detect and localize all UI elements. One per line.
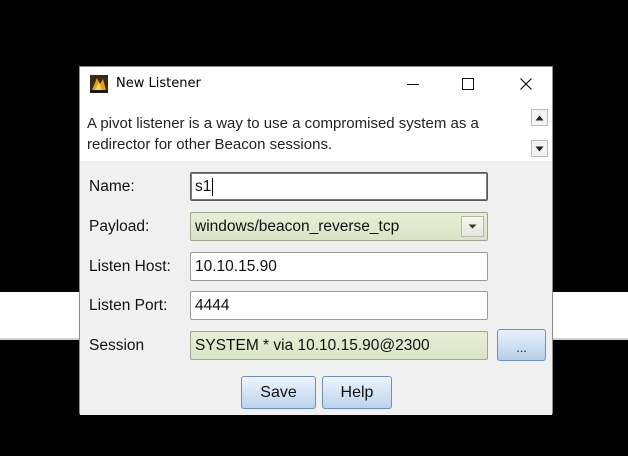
scroll-down-arrow-icon <box>535 146 544 151</box>
listen-port-value: 4444 <box>195 297 230 314</box>
session-browse-button[interactable]: ... <box>497 329 546 361</box>
name-value: s1 <box>195 178 212 195</box>
app-icon <box>90 75 108 93</box>
scroll-up-button[interactable] <box>531 109 548 126</box>
name-label: Name: <box>89 178 135 195</box>
payload-select[interactable]: windows/beacon_reverse_tcp <box>190 212 488 241</box>
description-scrollbar[interactable] <box>531 107 549 161</box>
payload-dropdown-button[interactable] <box>461 216 484 237</box>
listen-host-input[interactable]: 10.10.15.90 <box>190 252 488 281</box>
scroll-down-button[interactable] <box>531 140 548 157</box>
text-caret <box>212 177 214 196</box>
help-button[interactable]: Help <box>322 376 392 409</box>
description-text: A pivot listener is a way to use a compr… <box>87 115 479 153</box>
session-value: SYSTEM * via 10.10.15.90@2300 <box>195 337 430 354</box>
minimize-button[interactable] <box>391 69 435 99</box>
maximize-button[interactable] <box>446 69 490 99</box>
maximize-icon <box>462 78 474 90</box>
listen-host-value: 10.10.15.90 <box>195 258 277 275</box>
title-bar[interactable]: New Listener <box>80 67 552 101</box>
minimize-icon <box>407 84 419 85</box>
name-input[interactable]: s1 <box>190 172 488 201</box>
new-listener-dialog: New Listener A pivot listener is a way t… <box>79 66 553 415</box>
listen-port-input[interactable]: 4444 <box>190 291 488 320</box>
payload-value: windows/beacon_reverse_tcp <box>195 218 400 235</box>
description-area[interactable]: A pivot listener is a way to use a compr… <box>80 105 552 161</box>
save-button[interactable]: Save <box>241 376 316 409</box>
chevron-down-icon <box>468 224 477 229</box>
session-label: Session <box>89 337 145 354</box>
payload-label: Payload: <box>89 218 150 235</box>
close-icon <box>520 78 532 90</box>
window-title: New Listener <box>116 76 201 91</box>
listen-host-label: Listen Host: <box>89 258 171 275</box>
listen-port-label: Listen Port: <box>89 297 168 314</box>
scroll-up-arrow-icon <box>535 115 544 120</box>
session-input[interactable]: SYSTEM * via 10.10.15.90@2300 <box>190 331 488 360</box>
close-button[interactable] <box>504 69 548 99</box>
